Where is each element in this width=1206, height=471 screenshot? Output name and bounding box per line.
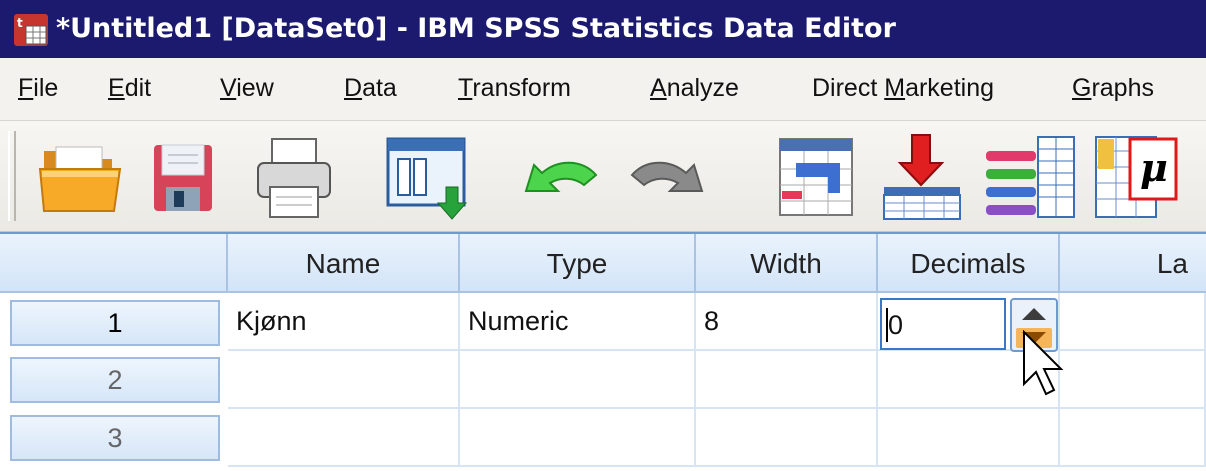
variables-icon[interactable] xyxy=(982,129,1078,223)
menu-direct-marketing[interactable]: Direct Marketing xyxy=(812,72,994,104)
insert-cases-icon[interactable] xyxy=(880,129,964,223)
cell-type-1[interactable]: Numeric xyxy=(460,293,696,351)
svg-text:t: t xyxy=(17,16,23,30)
spss-app-icon: t xyxy=(14,14,48,46)
value-labels-icon[interactable]: μ xyxy=(1092,129,1182,223)
cell-width-2[interactable] xyxy=(696,351,878,409)
cell-name-2[interactable] xyxy=(228,351,460,409)
menu-view[interactable]: View xyxy=(220,72,274,104)
svg-text:μ: μ xyxy=(1140,145,1168,190)
cell-type-2[interactable] xyxy=(460,351,696,409)
menu-edit[interactable]: Edit xyxy=(108,72,151,104)
window-title: *Untitled1 [DataSet0] - IBM SPSS Statist… xyxy=(56,13,896,44)
column-header-label[interactable]: La xyxy=(1060,234,1206,293)
menu-graphs[interactable]: Graphs xyxy=(1072,72,1154,104)
column-header-width[interactable]: Width xyxy=(696,234,878,293)
cell-width-1[interactable]: 8 xyxy=(696,293,878,351)
cell-name-3[interactable] xyxy=(228,409,460,467)
goto-case-icon[interactable] xyxy=(774,129,858,223)
decimals-value: 0 xyxy=(888,310,904,340)
row-header-2[interactable]: 2 xyxy=(10,357,220,403)
redo-icon[interactable] xyxy=(626,129,708,223)
menu-data[interactable]: Data xyxy=(344,72,397,104)
column-header-type[interactable]: Type xyxy=(460,234,696,293)
undo-icon[interactable] xyxy=(520,129,602,223)
column-header-name[interactable]: Name xyxy=(228,234,460,293)
decimals-spin-input[interactable]: 0 xyxy=(880,298,1006,350)
recall-dialog-icon[interactable] xyxy=(382,129,474,223)
print-icon[interactable] xyxy=(252,129,336,223)
toolbar-grip[interactable] xyxy=(8,131,16,221)
cell-label-1[interactable] xyxy=(1060,293,1206,351)
row-header-1[interactable]: 1 xyxy=(10,300,220,346)
toolbar: μ xyxy=(0,121,1206,232)
cell-decimals-3[interactable] xyxy=(878,409,1060,467)
menu-file[interactable]: File xyxy=(18,72,58,104)
cell-type-3[interactable] xyxy=(460,409,696,467)
menu-analyze[interactable]: Analyze xyxy=(650,72,739,104)
cell-label-3[interactable] xyxy=(1060,409,1206,467)
save-icon[interactable] xyxy=(148,129,218,223)
menu-bar: File Edit View Data Transform Analyze Di… xyxy=(0,58,1206,121)
open-folder-icon[interactable] xyxy=(34,129,126,223)
cell-name-1[interactable]: Kjønn xyxy=(228,293,460,351)
corner-header[interactable] xyxy=(0,234,228,293)
cell-label-2[interactable] xyxy=(1060,351,1206,409)
row-header-3[interactable]: 3 xyxy=(10,415,220,461)
cell-width-3[interactable] xyxy=(696,409,878,467)
column-header-decimals[interactable]: Decimals xyxy=(878,234,1060,293)
mouse-pointer-icon xyxy=(1023,330,1064,396)
title-bar[interactable]: t *Untitled1 [DataSet0] - IBM SPSS Stati… xyxy=(0,0,1206,58)
menu-transform[interactable]: Transform xyxy=(458,72,571,104)
